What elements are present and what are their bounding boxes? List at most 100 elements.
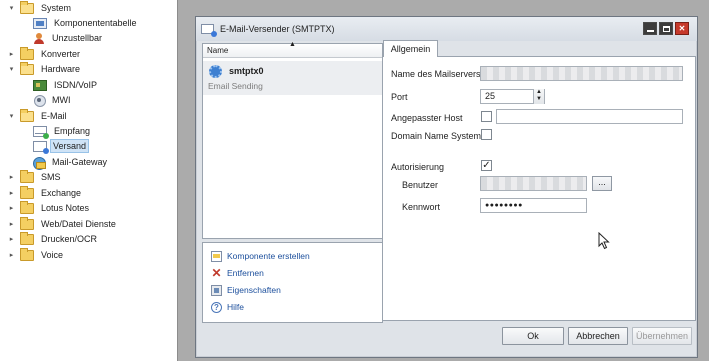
tree-item-isdn-voip[interactable]: ISDN/VoIP: [33, 78, 101, 92]
mailserver-label: Name des Mailservers: [391, 69, 481, 79]
expand-arrow-icon[interactable]: ▸: [7, 50, 16, 59]
table-app-icon: [33, 17, 47, 29]
tree-item-label: E-Mail: [41, 111, 67, 121]
mailserver-input[interactable]: [480, 66, 683, 81]
mail-receive-icon: [33, 125, 49, 139]
folder-icon: [20, 216, 34, 230]
tree-item-label: Mail-Gateway: [52, 157, 108, 167]
dialog-titlebar[interactable]: E-Mail-Versender (SMTPTX) ✕: [196, 17, 697, 41]
ok-button[interactable]: Ok: [502, 327, 564, 345]
port-label: Port: [391, 92, 408, 102]
username-label: Benutzer: [402, 180, 439, 190]
tree-item-mwi[interactable]: MWI: [33, 93, 75, 107]
tree-item-hardware[interactable]: ▾ Hardware: [7, 61, 84, 76]
tree-item-label: ISDN/VoIP: [54, 80, 98, 90]
collapse-arrow-icon[interactable]: ▾: [7, 4, 16, 13]
tree-item-sms[interactable]: ▸ SMS: [7, 169, 65, 184]
password-label: Kennwort: [402, 202, 441, 212]
folder-icon: [20, 185, 34, 199]
tree-item-label: MWI: [52, 95, 71, 105]
action-label: Hilfe: [227, 302, 245, 312]
tree-item-empfang[interactable]: Empfang: [33, 124, 94, 139]
actions-panel: Komponente erstellen ✕ Entfernen Eigensc…: [202, 242, 383, 323]
minimize-icon: [646, 30, 654, 32]
browse-user-button[interactable]: ...: [592, 176, 612, 191]
collapse-arrow-icon[interactable]: ▾: [7, 112, 16, 121]
column-header-label: Name: [207, 46, 229, 55]
cancel-button[interactable]: Abbrechen: [568, 327, 628, 345]
tree-item-label: Unzustellbar: [52, 33, 103, 43]
sort-ascending-icon: ▲: [289, 41, 296, 48]
remove-link[interactable]: ✕ Entfernen: [211, 265, 264, 280]
tree-item-unzustellbar[interactable]: Unzustellbar: [33, 31, 106, 45]
maximize-icon: [662, 25, 670, 32]
minimize-button[interactable]: [643, 22, 657, 35]
expand-arrow-icon[interactable]: ▸: [7, 235, 16, 244]
close-button[interactable]: ✕: [675, 22, 689, 35]
custom-host-input[interactable]: [496, 109, 683, 124]
tree-item-komponententabelle[interactable]: Komponententabelle: [33, 16, 141, 30]
dialog-title: E-Mail-Versender (SMTPTX): [220, 24, 335, 34]
list-item-name: smtptx0: [229, 66, 264, 76]
folder-icon: [20, 169, 34, 183]
isdn-card-icon: [33, 79, 47, 91]
collapse-arrow-icon[interactable]: ▾: [7, 65, 16, 74]
password-input[interactable]: ●●●●●●●●: [480, 198, 587, 213]
folder-open-icon: [20, 108, 34, 122]
component-list: Name ▲ smtptx0 Email Sending: [202, 41, 383, 239]
custom-host-label: Angepasster Host: [391, 113, 463, 123]
delete-icon: ✕: [211, 265, 222, 280]
help-icon: ?: [211, 301, 222, 313]
folder-icon: [20, 200, 34, 214]
person-icon: [33, 32, 45, 44]
tree-item-label: Drucken/OCR: [41, 234, 98, 244]
authorization-checkbox[interactable]: ✓: [481, 160, 492, 171]
apply-button[interactable]: Übernehmen: [632, 327, 692, 345]
mail-gateway-icon: [33, 156, 46, 170]
gear-icon: [209, 65, 222, 78]
expand-arrow-icon[interactable]: ▸: [7, 189, 16, 198]
tree-item-web-datei-dienste[interactable]: ▸ Web/Datei Dienste: [7, 216, 120, 231]
tree-item-label: SMS: [41, 172, 61, 182]
list-item-description: Email Sending: [208, 81, 263, 91]
expand-arrow-icon[interactable]: ▸: [7, 204, 16, 213]
tree-item-label: Konverter: [41, 49, 81, 59]
tree-item-e-mail[interactable]: ▾ E-Mail: [7, 108, 71, 123]
tree-item-label: Web/Datei Dienste: [41, 219, 116, 229]
authorization-label: Autorisierung: [391, 162, 445, 172]
username-input[interactable]: [480, 176, 587, 191]
navigation-tree: ▾ System Komponententabelle Unzustellbar…: [0, 0, 177, 361]
custom-host-checkbox[interactable]: [481, 111, 492, 122]
folder-icon: [20, 231, 34, 245]
help-link[interactable]: ? Hilfe: [211, 300, 244, 314]
port-stepper[interactable]: ▲ ▼: [533, 89, 544, 104]
tree-item-lotus-notes[interactable]: ▸ Lotus Notes: [7, 200, 93, 215]
dns-label: Domain Name System: [391, 131, 482, 141]
tree-item-mail-gateway[interactable]: Mail-Gateway: [33, 155, 111, 170]
tree-item-konverter[interactable]: ▸ Konverter: [7, 46, 84, 61]
expand-arrow-icon[interactable]: ▸: [7, 251, 16, 260]
tree-item-label: Empfang: [54, 126, 91, 136]
tree-item-versand[interactable]: Versand: [33, 139, 90, 154]
list-item[interactable]: smtptx0 Email Sending: [203, 61, 382, 95]
mail-send-icon: [201, 24, 217, 37]
dns-checkbox[interactable]: [481, 129, 492, 140]
create-component-link[interactable]: Komponente erstellen: [211, 249, 310, 263]
list-column-header-name[interactable]: Name ▲: [203, 41, 382, 58]
close-icon: ✕: [678, 24, 686, 33]
folder-icon: [20, 46, 34, 60]
expand-arrow-icon[interactable]: ▸: [7, 220, 16, 229]
properties-icon: [211, 284, 222, 296]
action-label: Entfernen: [227, 268, 264, 278]
tab-allgemein[interactable]: Allgemein: [383, 40, 438, 57]
maximize-button[interactable]: [659, 22, 673, 35]
tree-item-voice[interactable]: ▸ Voice: [7, 247, 67, 262]
tree-item-drucken-ocr[interactable]: ▸ Drucken/OCR: [7, 231, 101, 246]
properties-link[interactable]: Eigenschaften: [211, 283, 281, 297]
tree-item-exchange[interactable]: ▸ Exchange: [7, 185, 85, 200]
new-component-icon: [211, 250, 222, 262]
tree-item-system[interactable]: ▾ System: [7, 0, 75, 15]
folder-open-icon: [20, 0, 34, 14]
mouse-cursor-icon: [598, 232, 610, 250]
expand-arrow-icon[interactable]: ▸: [7, 173, 16, 182]
